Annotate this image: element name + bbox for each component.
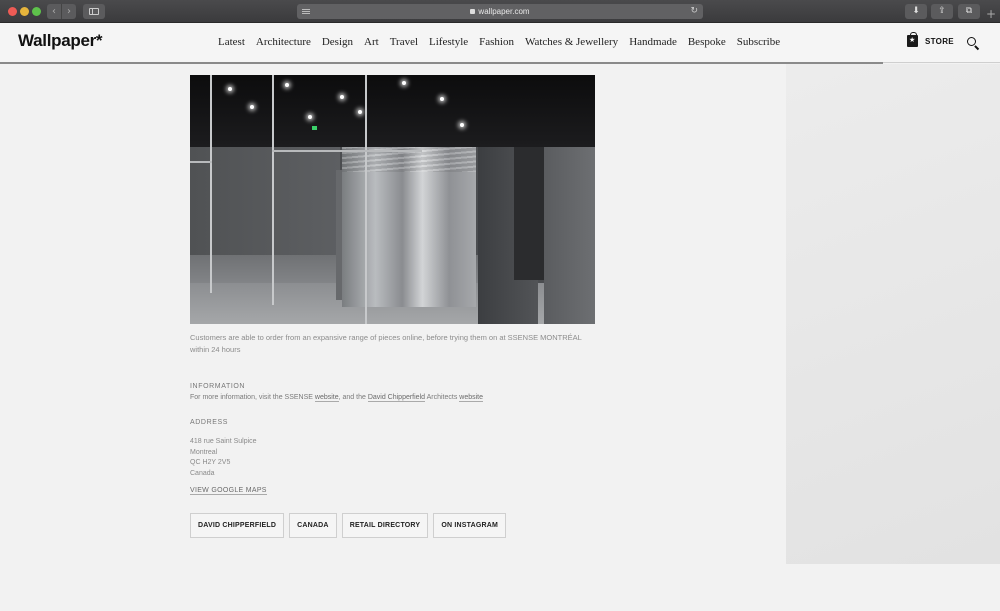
shopping-bag-icon [907,32,918,47]
photo-light [358,110,362,114]
sidebar-panel [786,64,1000,564]
info-text-prefix: For more information, visit the SSENSE [190,394,315,401]
photo-ceiling [190,75,595,147]
photo-light [228,87,232,91]
sidebar-toggle-button[interactable] [83,4,105,19]
photo-caption: Customers are able to order from an expa… [190,333,582,354]
minimize-window-button[interactable] [20,7,29,16]
nav-architecture[interactable]: Architecture [256,36,311,48]
address-bar[interactable]: wallpaper.com ↻ [297,4,703,19]
url-text: wallpaper.com [478,7,530,16]
nav-lifestyle[interactable]: Lifestyle [429,36,468,48]
photo-light [308,115,312,119]
reload-icon[interactable]: ↻ [690,4,698,19]
address-city: Montreal [190,448,218,456]
new-tab-button[interactable]: + [986,8,996,20]
tag-david-chipperfield[interactable]: DAVID CHIPPERFIELD [190,513,285,538]
tag-list: DAVID CHIPPERFIELD CANADA RETAIL DIRECTO… [190,513,507,538]
nav-watches-jewellery[interactable]: Watches & Jewellery [525,36,618,48]
photo-light [440,97,444,101]
close-window-button[interactable] [8,7,17,16]
store-link[interactable]: STORE [907,32,954,47]
david-chipperfield-link[interactable]: David Chipperfield [367,394,426,402]
tag-on-instagram[interactable]: ON INSTAGRAM [433,513,507,538]
store-interior-photo [190,75,595,324]
photo-light [460,123,464,127]
search-icon[interactable] [967,37,976,46]
nav-handmade[interactable]: Handmade [629,36,677,48]
photo-rail-post [272,75,274,305]
nav-subscribe[interactable]: Subscribe [737,36,780,48]
nav-latest[interactable]: Latest [218,36,245,48]
photo-rail-post [365,75,367,324]
back-button[interactable]: ‹ [47,4,61,19]
information-text: For more information, visit the SSENSE w… [190,394,483,402]
photo-exit-sign [312,126,317,130]
nav-fashion[interactable]: Fashion [479,36,514,48]
address-country: Canada [190,469,215,477]
photo-light [402,81,406,85]
history-nav: ‹ › [47,4,76,19]
address-heading: ADDRESS [190,419,229,426]
information-heading: INFORMATION [190,383,246,390]
browser-toolbar: ‹ › wallpaper.com ↻ ⬇ ⇪ ⧉ + [0,0,1000,23]
photo-rail-post [210,75,212,293]
share-button[interactable]: ⇪ [931,4,953,19]
address-postcode: QC H2Y 2V5 [190,459,231,467]
nav-bespoke[interactable]: Bespoke [688,36,726,48]
site-logo[interactable]: Wallpaper* [18,31,103,51]
info-text-mid2: Architects [425,394,460,401]
reader-icon[interactable] [302,9,310,14]
nav-art[interactable]: Art [364,36,379,48]
tabs-overview-button[interactable]: ⧉ [958,4,980,19]
lock-icon [470,9,476,14]
downloads-button[interactable]: ⬇ [905,4,927,19]
ssense-website-link[interactable]: website [314,394,339,402]
photo-light [285,83,289,87]
main-nav: Latest Architecture Design Art Travel Li… [218,36,791,48]
address-block: 418 rue Saint Sulpice Montreal QC H2Y 2V… [190,437,257,479]
photo-rail [272,150,422,152]
architects-website-link[interactable]: website [459,394,483,402]
photo-light [340,95,344,99]
tag-canada[interactable]: CANADA [289,513,337,538]
info-text-mid: , and the [338,394,368,401]
nav-travel[interactable]: Travel [390,36,418,48]
address-street: 418 rue Saint Sulpice [190,438,257,445]
tag-retail-directory[interactable]: RETAIL DIRECTORY [341,513,429,538]
photo-rail [190,161,212,163]
header-divider [0,62,883,64]
store-label: STORE [925,36,954,46]
google-maps-link[interactable]: VIEW GOOGLE MAPS [190,487,267,495]
zoom-window-button[interactable] [32,7,41,16]
sidebar-icon [89,8,99,15]
photo-light [250,105,254,109]
nav-design[interactable]: Design [322,36,353,48]
header-divider-light [883,62,1000,63]
forward-button[interactable]: › [61,4,76,19]
